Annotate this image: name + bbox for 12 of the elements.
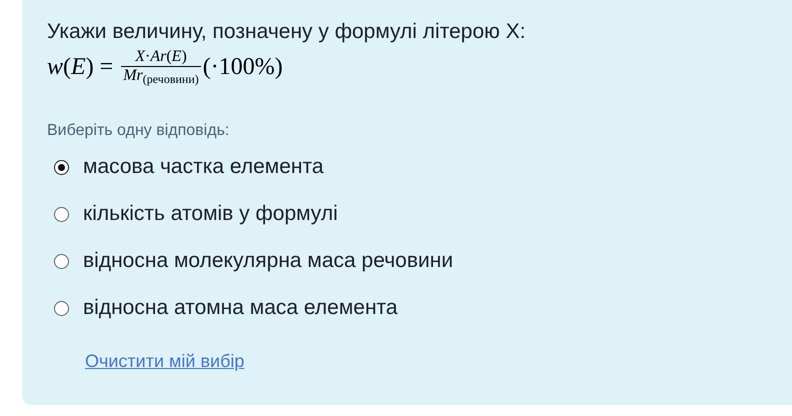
- question-text: Укажи величину, позначену у формулі літерою X:: [47, 19, 527, 45]
- radio-button[interactable]: [54, 160, 69, 174]
- radio-button[interactable]: [54, 300, 69, 316]
- answer-option[interactable]: масова частка елемента: [47, 153, 792, 181]
- answer-option[interactable]: відносна атомна маса елемента: [47, 294, 792, 322]
- radio-button[interactable]: [54, 206, 69, 222]
- formula: w(E) = X·Ar(E) Mr$_{(речовини)}$ (·100%): [47, 48, 284, 85]
- instruction-text: Виберіть одну відповідь:: [47, 121, 230, 141]
- answer-option[interactable]: кількість атомів у формулі: [47, 200, 792, 228]
- clear-choice-link[interactable]: Очистити мій вибір: [85, 348, 244, 375]
- answer-option[interactable]: відносна молекулярна маса речовини: [47, 247, 792, 275]
- radio-button[interactable]: [54, 254, 69, 268]
